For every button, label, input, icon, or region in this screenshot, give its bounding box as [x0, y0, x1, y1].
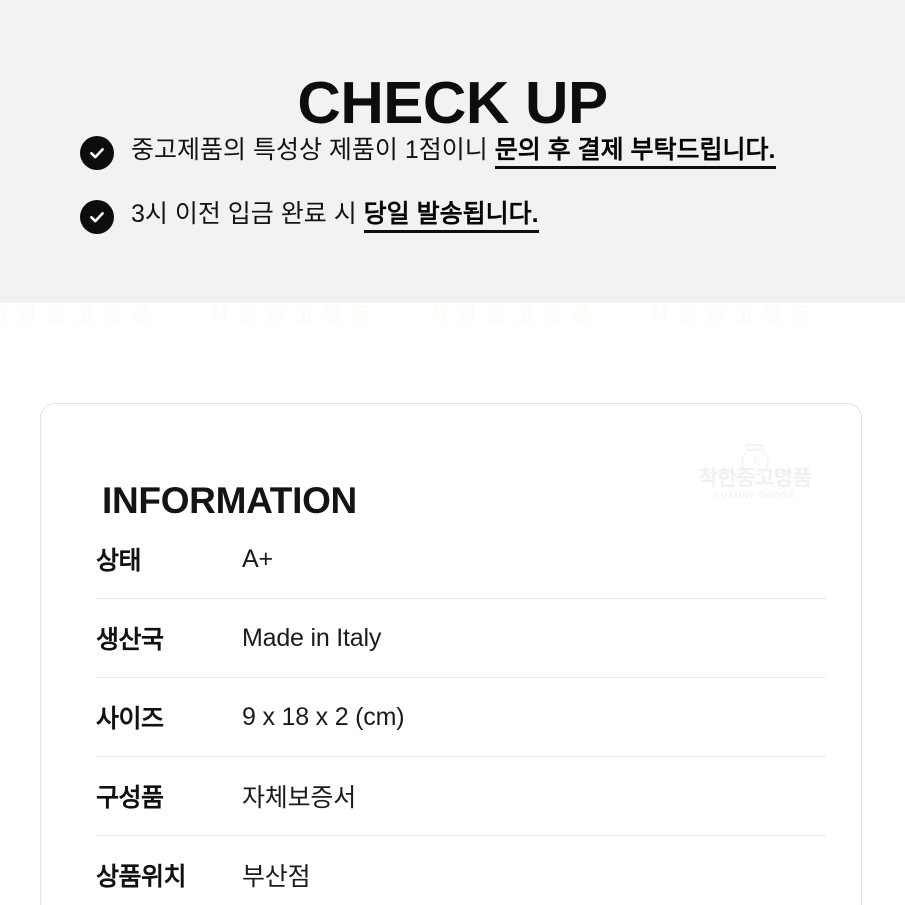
spec-value-components: 자체보증서	[242, 784, 357, 812]
information-card: INFORMATION 착한중고명품 LUXURY GOODS 상태 A+ 생산…	[40, 403, 862, 905]
product-detail-page: CHECK UP 중고제품의 특성상 제품이 1점이니 문의 후 결제 부탁드립…	[0, 0, 905, 905]
spec-label-size: 사이즈	[96, 705, 164, 733]
checkup-notice-text: 3시 이전 입금 완료 시 당일 발송됩니다.	[131, 196, 539, 233]
background-watermark-strip: 착한중고명품 착한중고명품 착한중고명품 착한중고명품	[0, 303, 905, 349]
checkup-notice-emphasis: 문의 후 결제 부탁드립니다.	[494, 136, 776, 169]
checkup-notice-prefix: 중고제품의 특성상 제품이 1점이니	[131, 136, 495, 164]
checkup-notice-item: 중고제품의 특성상 제품이 1점이니 문의 후 결제 부탁드립니다.	[80, 132, 870, 170]
checkup-notice-prefix: 3시 이전 입금 완료 시	[131, 200, 364, 228]
check-circle-icon	[80, 136, 114, 170]
spec-label-components: 구성품	[96, 784, 164, 812]
checkup-section: CHECK UP 중고제품의 특성상 제품이 1점이니 문의 후 결제 부탁드립…	[0, 0, 905, 303]
background-watermark-text: 착한중고명품	[430, 305, 601, 327]
check-circle-icon	[80, 200, 114, 234]
background-watermark-text: 착한중고명품	[0, 305, 161, 327]
spec-value-condition: A+	[242, 544, 273, 573]
spec-value-country: Made in Italy	[242, 623, 382, 652]
table-row: 상태 A+	[96, 520, 826, 599]
checkup-notice-list: 중고제품의 특성상 제품이 1점이니 문의 후 결제 부탁드립니다. 3시 이전…	[80, 132, 870, 260]
spec-value-size: 9 x 18 x 2 (cm)	[242, 702, 405, 731]
table-row: 구성품 자체보증서	[96, 757, 826, 836]
watermark-brand-text: 착한중고명품	[698, 467, 812, 490]
watermark-tagline-text: LUXURY GOODS	[714, 491, 796, 500]
checkup-notice-emphasis: 당일 발송됩니다.	[363, 200, 539, 233]
background-watermark-text: 착한중고명품	[650, 305, 821, 327]
table-row: 상품위치 부산점	[96, 836, 826, 905]
checkup-notice-text: 중고제품의 특성상 제품이 1점이니 문의 후 결제 부탁드립니다.	[131, 132, 776, 169]
table-row: 생산국 Made in Italy	[96, 599, 826, 678]
specification-table: 상태 A+ 생산국 Made in Italy 사이즈 9 x 18 x 2 (…	[96, 520, 826, 905]
spec-value-location: 부산점	[242, 863, 311, 891]
spec-label-condition: 상태	[96, 547, 142, 575]
brand-watermark-logo: 착한중고명품 LUXURY GOODS	[691, 442, 819, 508]
background-watermark-text: 착한중고명품	[210, 305, 381, 327]
spec-label-country: 생산국	[96, 626, 164, 654]
spec-label-location: 상품위치	[96, 863, 187, 891]
information-title: INFORMATION	[102, 479, 357, 521]
checkup-notice-item: 3시 이전 입금 완료 시 당일 발송됩니다.	[80, 196, 870, 234]
checkup-title: CHECK UP	[297, 69, 608, 136]
table-row: 사이즈 9 x 18 x 2 (cm)	[96, 678, 826, 757]
